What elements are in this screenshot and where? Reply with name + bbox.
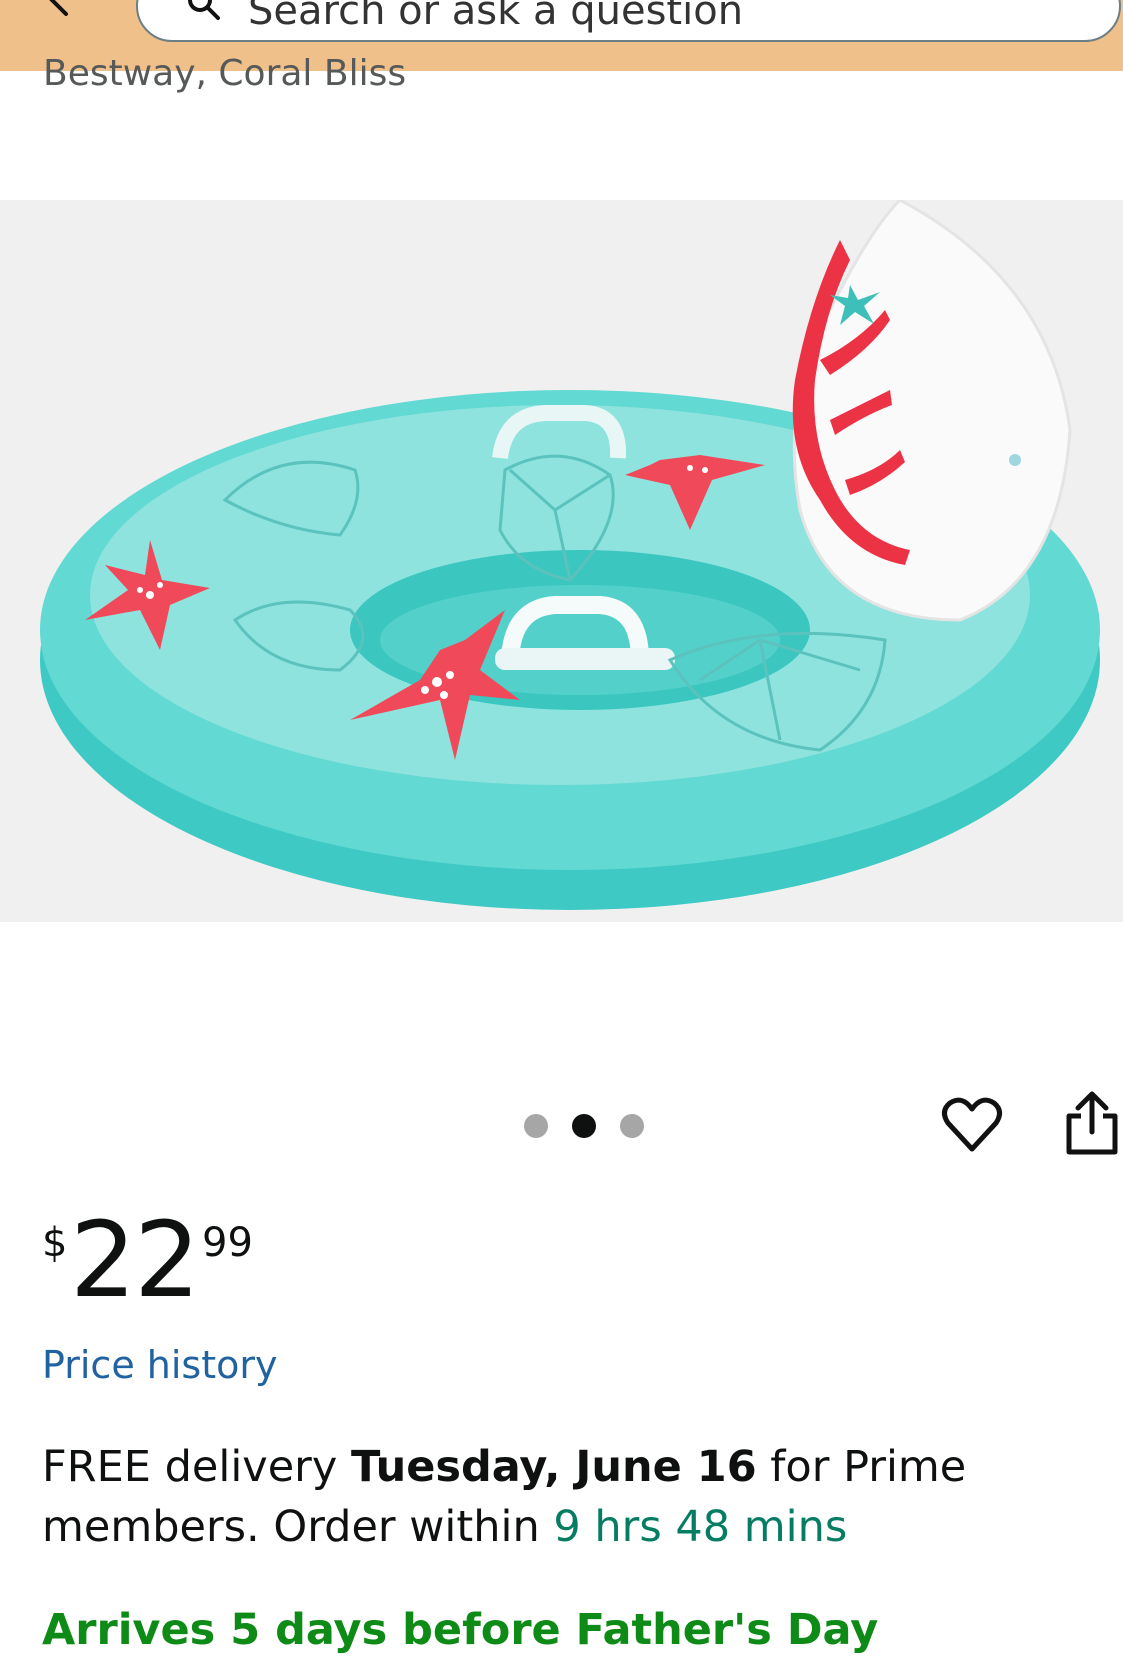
back-arrow-icon[interactable] (40, 0, 80, 18)
carousel-dot[interactable] (620, 1114, 644, 1138)
delivery-prefix: FREE delivery (42, 1442, 351, 1492)
share-icon[interactable] (1065, 1090, 1119, 1156)
heart-icon[interactable] (940, 1093, 1004, 1157)
arrives-message: Arrives 5 days before Father's Day (42, 1605, 879, 1655)
search-input[interactable]: Search or ask a question (136, 0, 1121, 42)
carousel-dot-active[interactable] (572, 1114, 596, 1138)
order-countdown: 9 hrs 48 mins (553, 1502, 848, 1552)
product-subtitle: Bestway, Coral Bliss (43, 53, 407, 94)
search-placeholder: Search or ask a question (248, 0, 744, 34)
delivery-date: Tuesday, June 16 (350, 1442, 757, 1492)
product-image[interactable] (0, 200, 1123, 922)
price-whole: 22 (70, 1199, 200, 1321)
delivery-info: FREE delivery Tuesday, June 16 for Prime… (42, 1437, 1082, 1557)
price-history-link[interactable]: Price history (42, 1340, 277, 1390)
search-icon (188, 0, 220, 20)
carousel-dot[interactable] (524, 1114, 548, 1138)
price-fraction: 99 (202, 1220, 253, 1266)
price-currency: $ (42, 1220, 68, 1266)
image-carousel-dots (524, 1114, 644, 1138)
